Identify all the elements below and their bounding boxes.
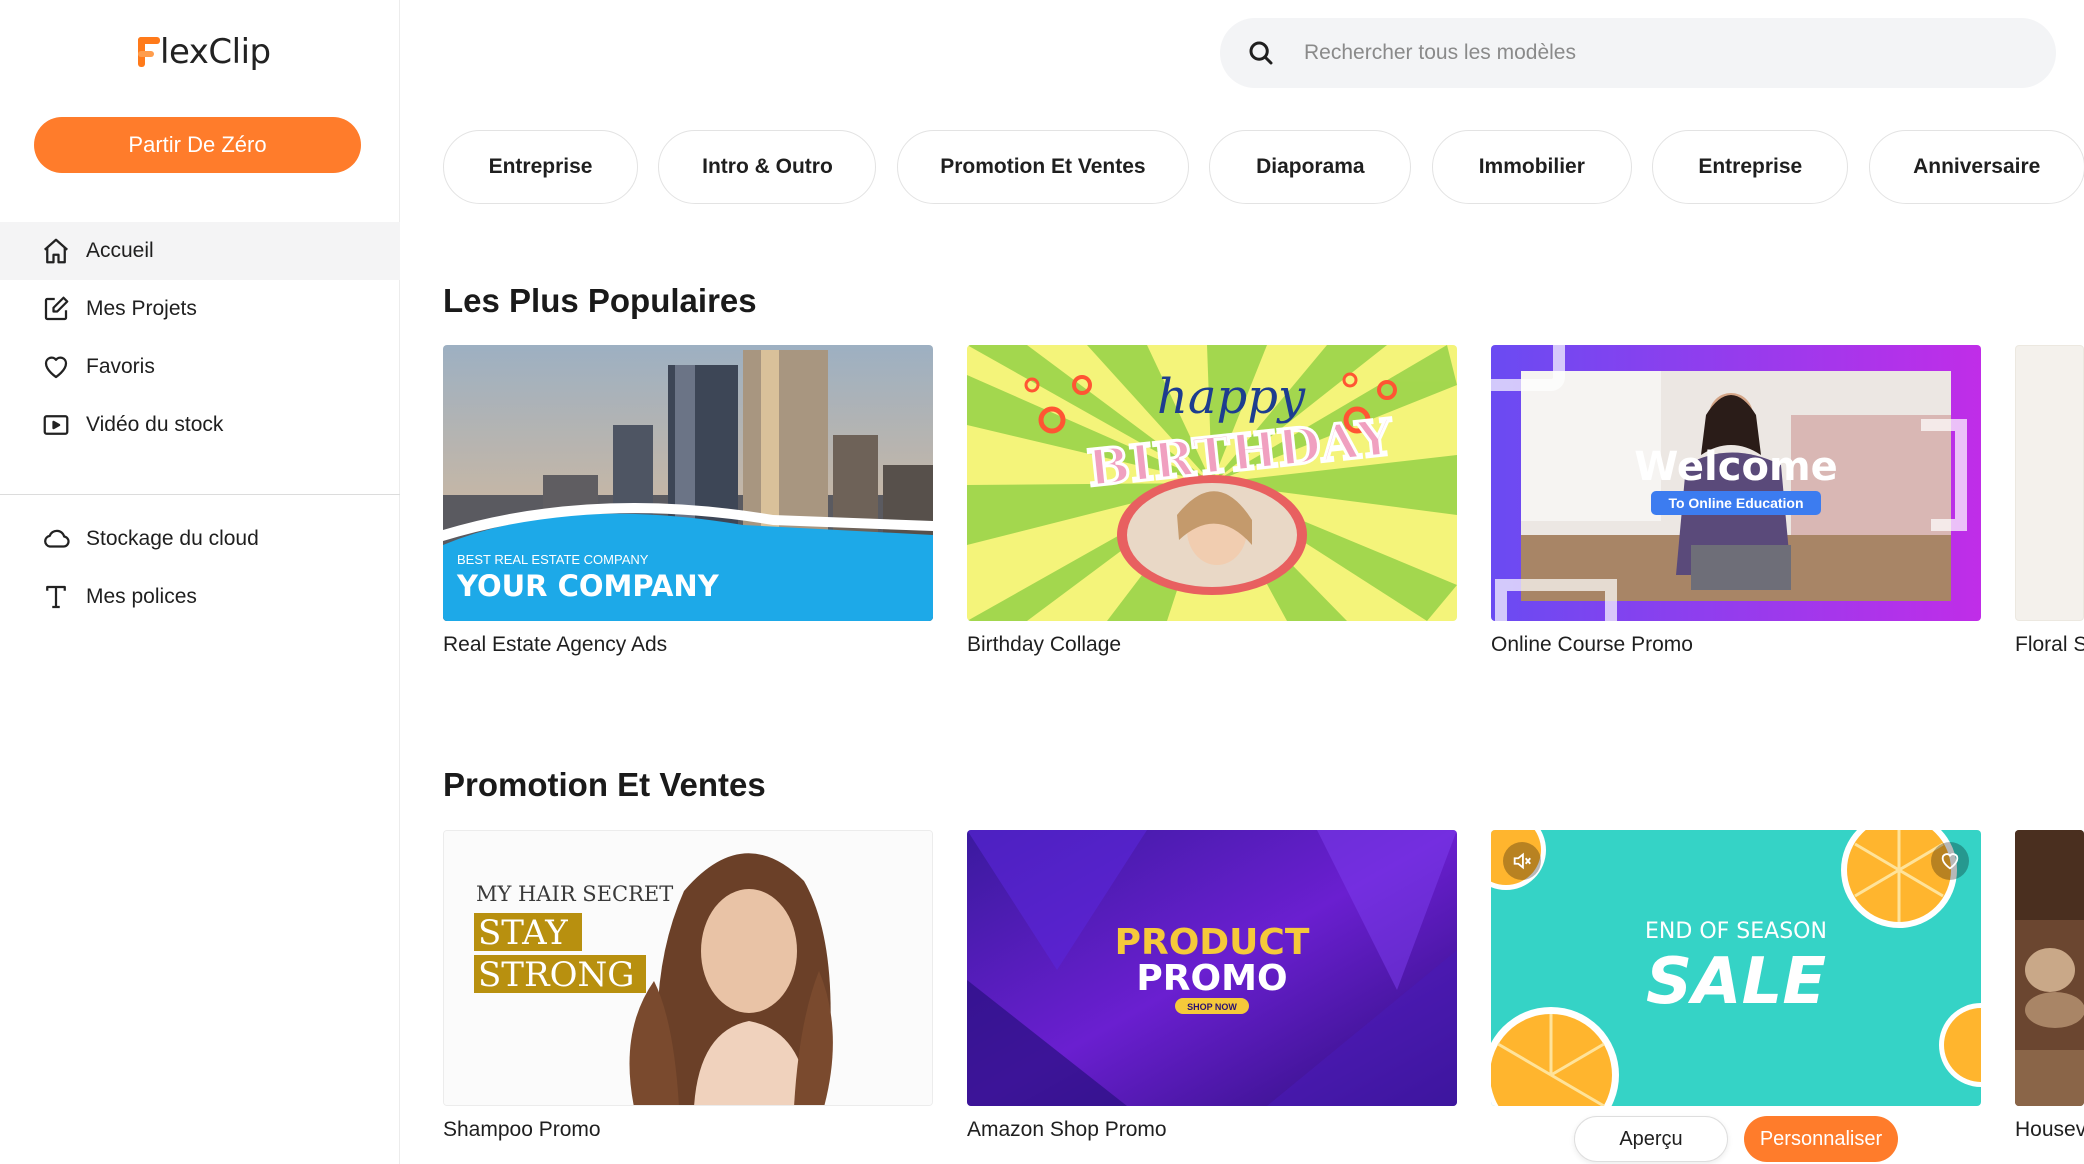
sidebar-item-label: Favoris [86, 355, 155, 378]
thumb-main-text-2: PROMO [1136, 958, 1287, 999]
sidebar-item-label: Mes polices [86, 585, 197, 608]
category-chip-intro-outro[interactable]: Intro & Outro [658, 130, 877, 204]
sidebar-item-cloud-storage[interactable]: Stockage du cloud [0, 510, 400, 568]
template-thumbnail[interactable]: Welcome To Online Education [1491, 345, 1981, 621]
category-chip-diaporama[interactable]: Diaporama [1209, 130, 1412, 204]
template-title[interactable]: Amazon Shop Promo [967, 1118, 1457, 1142]
thumb-sub-text: END OF SEASON [1645, 919, 1827, 944]
logo-text: lexClip [160, 32, 271, 72]
template-card[interactable]: happy BIRTHDAY Birthday Collage [967, 345, 1457, 657]
template-thumbnail[interactable]: END OF SEASON SALE [1491, 830, 1981, 1106]
font-icon [40, 581, 72, 613]
template-search-bar[interactable] [1220, 18, 2056, 88]
template-card[interactable]: PRODUCT PROMO SHOP NOW Amazon Shop Promo [967, 830, 1457, 1142]
template-title[interactable]: Floral S [2015, 633, 2084, 657]
sidebar-item-label: Mes Projets [86, 297, 197, 320]
customize-button[interactable]: Personnaliser [1744, 1116, 1898, 1162]
template-card-hovered[interactable]: END OF SEASON SALE [1491, 830, 1981, 1106]
template-thumbnail[interactable] [2015, 345, 2084, 621]
sidebar-item-fonts[interactable]: Mes polices [0, 568, 400, 626]
category-chip-entreprise[interactable]: Entreprise [443, 130, 638, 204]
template-card[interactable]: Floral S [2015, 345, 2084, 657]
template-title[interactable]: Birthday Collage [967, 633, 1457, 657]
secondary-nav: Stockage du cloud Mes polices [0, 510, 400, 626]
preview-button[interactable]: Aperçu [1574, 1116, 1728, 1162]
thumb-script-text: happy [1157, 369, 1306, 425]
edit-icon [40, 293, 72, 325]
favorite-button[interactable] [1931, 842, 1969, 880]
section-title-popular: Les Plus Populaires [443, 282, 757, 319]
sidebar-item-home[interactable]: Accueil [0, 222, 400, 280]
template-title[interactable]: Housev [2015, 1118, 2084, 1142]
template-thumbnail[interactable]: MY HAIR SECRET STAY STRONG [443, 830, 933, 1106]
sidebar-item-stock-video[interactable]: Vidéo du stock [0, 396, 400, 454]
sidebar: lexClip Partir De Zéro Accueil Mes Proje… [0, 0, 400, 1164]
search-icon [1249, 41, 1273, 65]
template-card[interactable]: BEST REAL ESTATE COMPANY YOUR COMPANY Re… [443, 345, 933, 657]
category-chip-entreprise-2[interactable]: Entreprise [1652, 130, 1849, 204]
mute-toggle-button[interactable] [1503, 842, 1541, 880]
template-thumbnail[interactable]: PRODUCT PROMO SHOP NOW [967, 830, 1457, 1106]
flexclip-logo-mark-icon [138, 35, 160, 69]
template-card[interactable]: Welcome To Online Education Online Cours… [1491, 345, 1981, 657]
thumb-main-text-2: STRONG [478, 955, 634, 995]
template-thumbnail[interactable] [2015, 830, 2084, 1106]
card-hover-actions: Aperçu Personnaliser [1574, 1116, 1898, 1162]
heart-icon [1941, 853, 1959, 870]
thumb-sub-text: MY HAIR SECRET [476, 882, 673, 906]
thumb-sub-text: To Online Education [1668, 495, 1803, 511]
sidebar-item-favorites[interactable]: Favoris [0, 338, 400, 396]
thumb-main-text: Welcome [1634, 444, 1838, 490]
main-nav: Accueil Mes Projets Favoris Vidéo du sto… [0, 222, 400, 454]
start-from-scratch-button[interactable]: Partir De Zéro [34, 117, 361, 173]
category-chip-anniversaire[interactable]: Anniversaire [1868, 130, 2084, 204]
sidebar-item-label: Vidéo du stock [86, 413, 224, 436]
category-chips: Entreprise Intro & Outro Promotion Et Ve… [443, 130, 2084, 206]
template-title[interactable]: Real Estate Agency Ads [443, 633, 933, 657]
cloud-icon [40, 523, 72, 555]
sidebar-item-label: Stockage du cloud [86, 527, 259, 550]
home-icon [40, 235, 72, 267]
section-title-promotion: Promotion Et Ventes [443, 766, 766, 803]
thumb-main-text-1: PRODUCT [1115, 922, 1310, 963]
category-chip-immobilier[interactable]: Immobilier [1431, 130, 1632, 204]
template-title[interactable]: Shampoo Promo [443, 1118, 933, 1142]
thumb-sub-text: SHOP NOW [1187, 1002, 1237, 1012]
sidebar-item-projects[interactable]: Mes Projets [0, 280, 400, 338]
video-icon [40, 409, 72, 441]
sidebar-item-label: Accueil [86, 239, 154, 262]
category-chip-promotion[interactable]: Promotion Et Ventes [896, 130, 1189, 204]
thumb-sub-text: BEST REAL ESTATE COMPANY [457, 552, 649, 567]
thumb-main-text-1: STAY [478, 913, 568, 953]
template-thumbnail[interactable]: BEST REAL ESTATE COMPANY YOUR COMPANY [443, 345, 933, 621]
thumb-main-text: YOUR COMPANY [456, 569, 720, 603]
template-card[interactable]: MY HAIR SECRET STAY STRONG Shampoo Promo [443, 830, 933, 1142]
speaker-muted-icon [1513, 852, 1531, 870]
template-card[interactable]: Housev [2015, 830, 2084, 1142]
template-thumbnail[interactable]: happy BIRTHDAY [967, 345, 1457, 621]
template-title[interactable]: Online Course Promo [1491, 633, 1981, 657]
flexclip-logo[interactable]: lexClip [138, 30, 271, 74]
heart-icon [40, 351, 72, 383]
thumb-main-text: SALE [1646, 945, 1826, 1019]
sidebar-divider [0, 494, 400, 495]
search-input[interactable] [1304, 41, 2024, 65]
